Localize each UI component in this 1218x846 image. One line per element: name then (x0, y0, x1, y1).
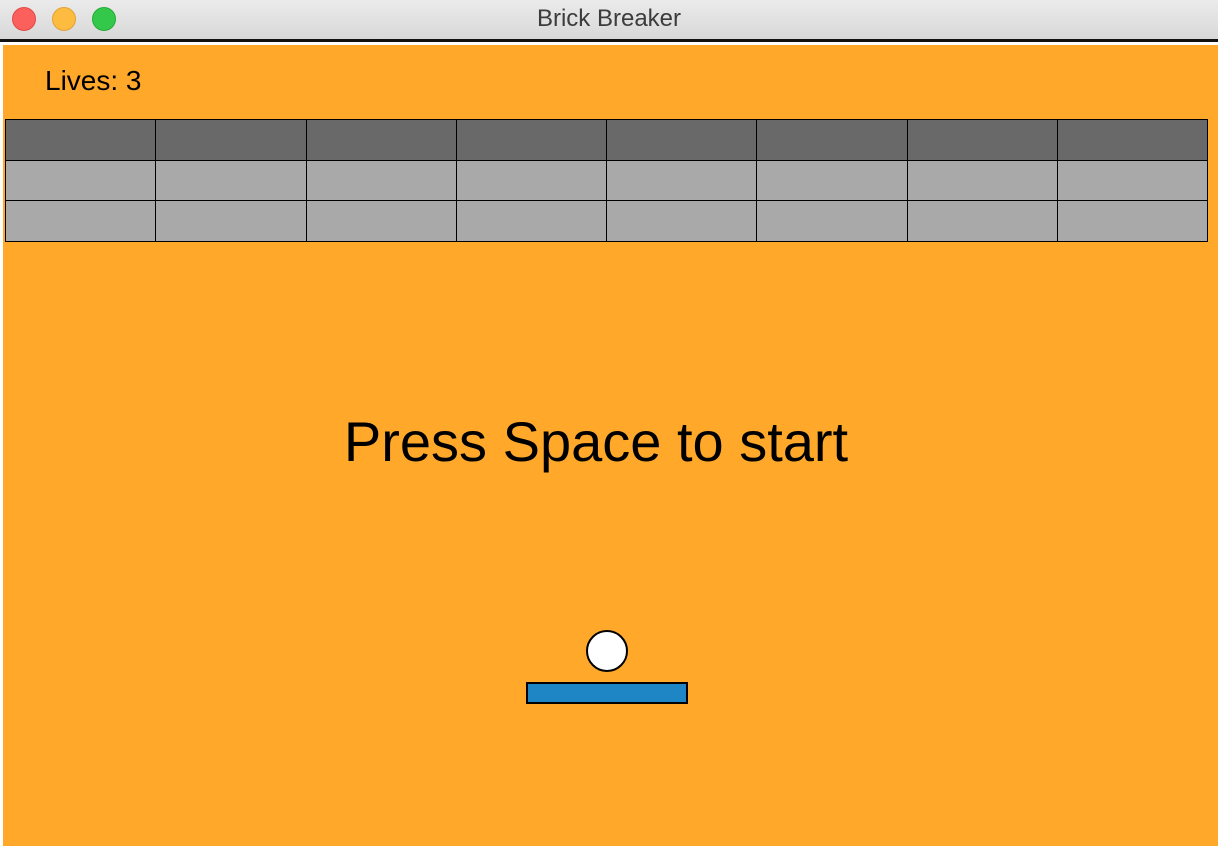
lives-counter: Lives: 3 (45, 65, 142, 96)
brick (1056, 119, 1208, 161)
window-title: Brick Breaker (536, 5, 682, 32)
brick (606, 200, 758, 242)
start-prompt: Press Space to start (343, 410, 849, 473)
brick (906, 200, 1058, 242)
brick (155, 119, 307, 161)
brick (606, 159, 758, 202)
brick (906, 119, 1058, 161)
brick (756, 119, 908, 161)
ball (586, 630, 628, 672)
brick (455, 159, 607, 202)
brick (155, 200, 307, 242)
brick (1056, 159, 1208, 202)
brick (906, 159, 1058, 202)
brick-wall (5, 119, 1208, 242)
brick (5, 200, 157, 242)
brick (5, 159, 157, 202)
brick (455, 200, 607, 242)
title-bar: Brick Breaker (0, 0, 1218, 40)
brick (5, 119, 157, 161)
brick (455, 119, 607, 161)
app-window: Brick Breaker Lives: 3 Press Space to st… (0, 0, 1218, 846)
brick (305, 119, 457, 161)
brick (305, 159, 457, 202)
brick (606, 119, 758, 161)
game-canvas[interactable]: Lives: 3 Press Space to start (3, 45, 1218, 846)
paddle (526, 682, 688, 704)
brick (756, 159, 908, 202)
brick (756, 200, 908, 242)
brick (305, 200, 457, 242)
title-bar-divider (0, 39, 1218, 42)
brick (1056, 200, 1208, 242)
brick (155, 159, 307, 202)
